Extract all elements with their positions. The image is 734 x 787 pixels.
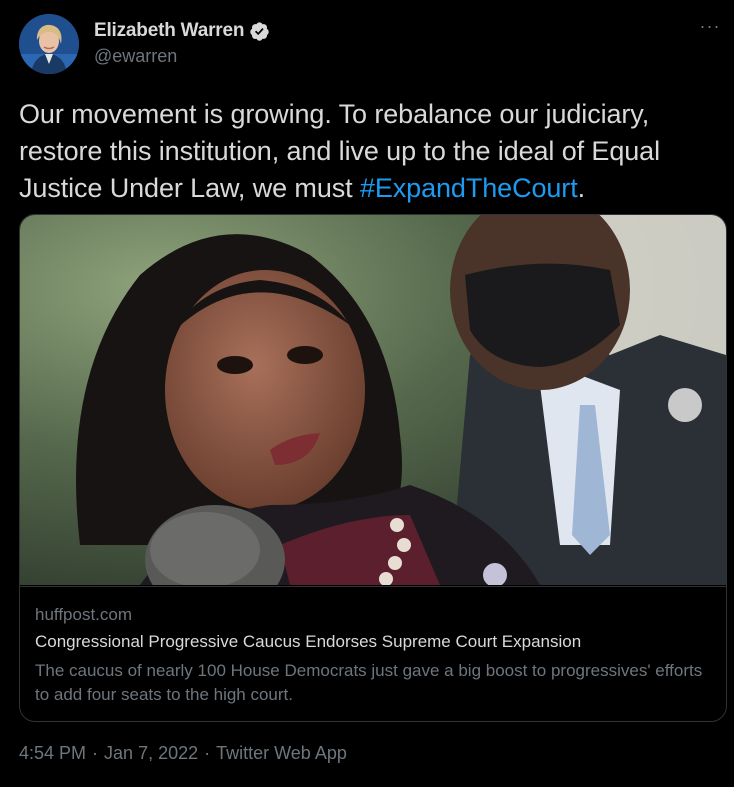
meta-separator: · [92,743,99,763]
author-handle[interactable]: @ewarren [94,46,177,67]
meta-separator: · [204,743,211,763]
more-options-button[interactable]: ··· [696,16,724,40]
card-description: The caucus of nearly 100 House Democrats… [35,661,703,704]
card-photo [20,215,726,585]
tweet-text-end: . [577,173,586,203]
author-avatar[interactable] [19,14,79,74]
card-image[interactable] [20,215,726,585]
link-card[interactable]: huffpost.com Congressional Progressive C… [19,214,727,722]
tweet-text: Our movement is growing. To rebalance ou… [19,96,719,207]
tweet-source[interactable]: Twitter Web App [216,743,347,764]
card-body[interactable]: huffpost.com Congressional Progressive C… [20,586,726,721]
tweet: Elizabeth Warren @ewarren ··· Our moveme… [0,0,734,787]
card-title: Congressional Progressive Caucus Endorse… [35,632,582,651]
verified-badge-icon [250,21,269,41]
tweet-date[interactable]: Jan 7, 2022 [104,743,198,764]
hashtag-link[interactable]: #ExpandTheCourt [360,173,578,203]
more-horizontal-icon: ··· [699,16,721,36]
name-row: Elizabeth Warren [94,20,270,42]
author-display-name[interactable]: Elizabeth Warren [94,20,244,42]
tweet-time[interactable]: 4:54 PM [19,743,86,764]
avatar-image [19,14,79,74]
tweet-metadata: 4:54 PM · Jan 7, 2022 · Twitter Web App [19,743,347,764]
card-domain: huffpost.com [35,605,133,624]
